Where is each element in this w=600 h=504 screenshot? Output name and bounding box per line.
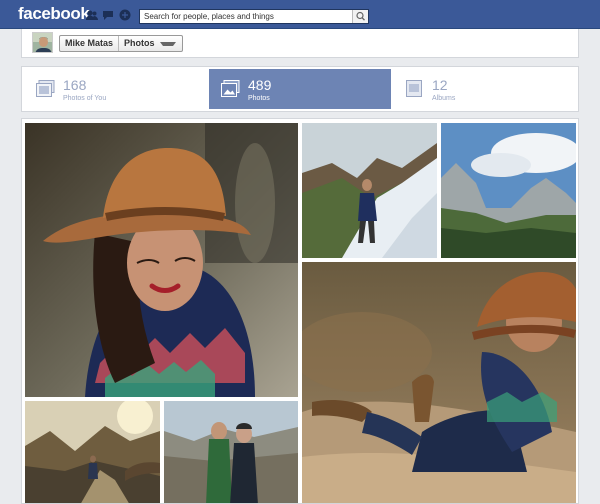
tab-count: 168	[63, 77, 87, 93]
tab-count: 12	[432, 77, 448, 93]
profile-breadcrumb[interactable]: Mike Matas Photos	[59, 35, 183, 52]
tab-count: 489	[248, 77, 272, 93]
tab-label: Albums	[432, 95, 456, 102]
photo-hiker-on-snowy-slope[interactable]	[302, 123, 437, 258]
photos-icon	[221, 80, 240, 97]
albums-icon	[406, 80, 422, 97]
friends-icon[interactable]	[86, 9, 98, 21]
profile-header: Mike Matas Photos	[21, 29, 579, 58]
search-icon	[356, 11, 366, 21]
section-selector[interactable]: Photos	[119, 36, 160, 51]
tab-albums[interactable]: 12 Albums	[393, 69, 576, 109]
tab-photos-of-you[interactable]: 168 Photos of You	[24, 69, 207, 109]
tab-photos[interactable]: 489 Photos	[209, 69, 391, 109]
notifications-icon[interactable]	[119, 9, 131, 21]
top-navigation-bar: facebook Search for people, places and t…	[0, 0, 600, 29]
photo-yosemite-valley-landscape[interactable]	[441, 123, 576, 258]
photo-woman-sitting-on-rock[interactable]	[302, 262, 576, 503]
chevron-down-icon[interactable]	[159, 41, 176, 46]
tab-label: Photos of You	[63, 95, 107, 102]
search-input[interactable]: Search for people, places and things	[139, 9, 369, 24]
photo-couple-portrait[interactable]	[164, 401, 298, 503]
photo-grid	[21, 118, 579, 504]
photo-tabs: 168 Photos of You 489 Photos 12 Albums	[21, 66, 579, 112]
photos-of-you-icon	[36, 80, 55, 97]
profile-name-link[interactable]: Mike Matas	[60, 36, 118, 51]
messages-icon[interactable]	[102, 9, 114, 21]
photo-hiker-on-trail[interactable]	[25, 401, 160, 503]
facebook-logo[interactable]: facebook	[18, 4, 90, 24]
avatar[interactable]	[32, 32, 53, 53]
tab-label: Photos	[248, 95, 270, 102]
photo-woman-in-hat-portrait[interactable]	[25, 123, 298, 397]
search-button[interactable]	[352, 10, 368, 23]
